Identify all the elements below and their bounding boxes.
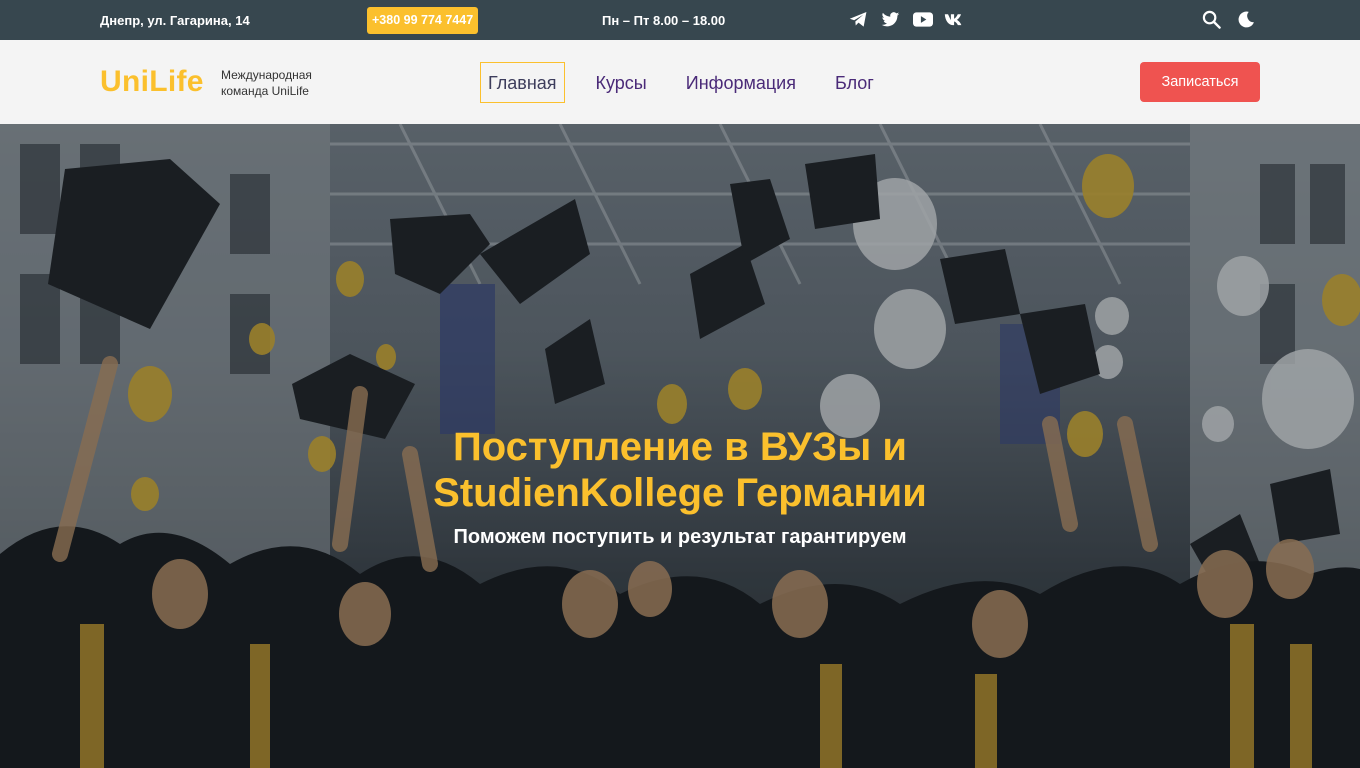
- hero-title-line-2: StudienKollege Германии: [433, 471, 927, 515]
- nav-item-home[interactable]: Главная: [480, 62, 565, 103]
- twitter-icon[interactable]: [880, 9, 901, 30]
- top-tools: [1201, 9, 1256, 30]
- hero-subtitle: Поможем поступить и результат гарантируе…: [453, 526, 907, 548]
- logo[interactable]: UniLife: [100, 65, 204, 99]
- vk-icon[interactable]: [944, 9, 965, 30]
- working-hours: Пн – Пт 8.00 – 18.00: [602, 13, 726, 28]
- logo-tagline: Международная команда UniLife: [221, 68, 312, 98]
- hero-section: Поступление в ВУЗы и StudienKollege Герм…: [0, 124, 1360, 768]
- top-bar: Днепр, ул. Гагарина, 14 +380 99 774 7447…: [0, 0, 1360, 40]
- address-text: Днепр, ул. Гагарина, 14: [100, 13, 250, 28]
- nav-item-blog[interactable]: Блог: [827, 62, 882, 103]
- nav-item-courses[interactable]: Курсы: [588, 62, 655, 103]
- signup-button[interactable]: Записаться: [1140, 62, 1260, 102]
- social-links: [848, 9, 965, 30]
- nav-item-information[interactable]: Информация: [678, 62, 804, 103]
- site-header: UniLife Международная команда UniLife Гл…: [0, 40, 1360, 124]
- main-nav: Главная Курсы Информация Блог: [480, 62, 905, 103]
- phone-button[interactable]: +380 99 774 7447: [367, 7, 479, 34]
- youtube-icon[interactable]: [912, 9, 933, 30]
- hero-title-line-1: Поступление в ВУЗы и: [452, 425, 907, 469]
- telegram-icon[interactable]: [848, 9, 869, 30]
- moon-icon[interactable]: [1236, 9, 1256, 30]
- hero-title: Поступление в ВУЗы и StudienKollege Герм…: [0, 424, 1360, 516]
- search-icon[interactable]: [1201, 9, 1221, 30]
